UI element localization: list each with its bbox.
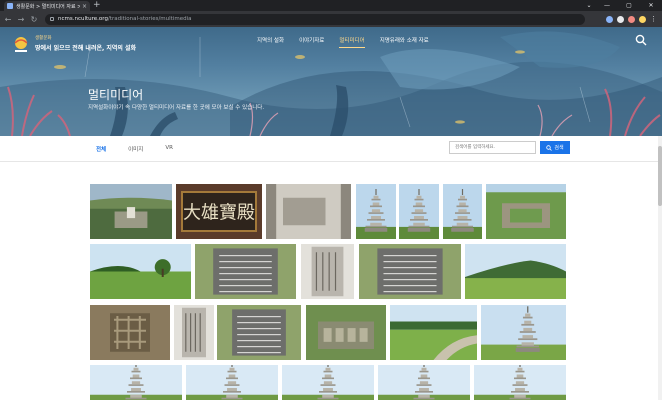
gallery-image (390, 305, 477, 360)
page-scrollbar[interactable] (658, 136, 662, 400)
gallery-item-info-board-2[interactable] (359, 244, 461, 299)
url-text: ncms.nculture.org/traditional-stories/mu… (58, 16, 192, 22)
site-favicon-icon (7, 3, 13, 9)
search-button-label: 검색 (554, 145, 564, 151)
gallery-item-grass-path[interactable] (390, 305, 477, 360)
page-title: 멀티미디어 (88, 88, 144, 102)
gallery-item-grass-field-tree[interactable] (90, 244, 191, 299)
gallery-image (186, 365, 278, 400)
nav-item-multimedia[interactable]: 멀티미디어 (339, 36, 366, 48)
gallery-image (465, 244, 566, 299)
search-icon[interactable] (635, 34, 647, 46)
gallery-item-mountain-field[interactable] (465, 244, 566, 299)
gallery-item-aerial-temple-site[interactable] (90, 184, 172, 239)
gallery-item-stone-pagoda-1[interactable] (356, 184, 396, 239)
gallery-item-stele-inscription[interactable] (301, 244, 354, 299)
gallery-image: 大雄寶殿 (176, 184, 262, 239)
gallery-item-pagoda-row-2[interactable] (186, 365, 278, 400)
gallery-item-info-board-1[interactable] (195, 244, 296, 299)
nav-item-place-names[interactable]: 지명유래와 소재 자료 (380, 36, 429, 48)
gallery-image (90, 305, 170, 360)
gallery-image (399, 184, 439, 239)
tab-all[interactable]: 전체 (96, 145, 106, 153)
gallery-image (306, 305, 386, 360)
tab-search-icon[interactable]: ⌄ (582, 0, 596, 11)
browser-tab[interactable]: 생활문화 > 멀티미디어 자료 > 지... × (4, 1, 90, 11)
scrollbar-thumb[interactable] (658, 146, 662, 206)
logo-emblem-icon (11, 35, 31, 55)
extension-icon[interactable] (606, 15, 613, 23)
signboard-text: 大雄寶殿 (183, 203, 255, 224)
extension-icon[interactable] (628, 15, 635, 23)
gallery-item-stone-pedestal[interactable] (266, 184, 351, 239)
page-description: 지역설화이야기 속 다양한 멀티미디어 자료를 한 곳에 모아 보실 수 있습니… (88, 105, 265, 111)
gallery-item-pagoda-row-3[interactable] (282, 365, 374, 400)
gallery-image (174, 305, 214, 360)
media-filter-tabs: 전체 이미지 VR (96, 145, 195, 153)
tab-title: 생활문화 > 멀티미디어 자료 > 지... (16, 3, 80, 10)
gallery-item-pagoda-row-4[interactable] (378, 365, 470, 400)
gallery-image (90, 244, 191, 299)
gallery-image (486, 184, 566, 239)
gallery-image (195, 244, 296, 299)
address-bar[interactable]: ncms.nculture.org/traditional-stories/mu… (45, 13, 585, 25)
gallery-image (359, 244, 461, 299)
divider (0, 161, 662, 162)
new-tab-button[interactable]: + (93, 0, 101, 11)
gallery-image (90, 365, 182, 400)
gallery-image (301, 244, 354, 299)
browser-tab-strip: 생활문화 > 멀티미디어 자료 > 지... × + ⌄ — ▢ ✕ (0, 0, 662, 11)
close-window-icon[interactable]: ✕ (640, 0, 662, 11)
search-input[interactable] (449, 141, 536, 154)
reload-icon[interactable]: ↻ (29, 15, 39, 24)
close-tab-icon[interactable]: × (82, 3, 87, 10)
gallery-image (474, 365, 566, 400)
gallery-image (217, 305, 301, 360)
forward-icon[interactable]: → (16, 15, 26, 24)
search-button[interactable]: 검색 (540, 141, 570, 154)
extension-icon[interactable] (617, 15, 624, 23)
profile-avatar[interactable] (639, 15, 646, 23)
nav-item-stories[interactable]: 지역의 설화 (257, 36, 284, 48)
hero-banner: 생활문화 땅에서 읽으므 전해 내려온, 지역의 설화 지역의 설화 이야기자료… (0, 27, 662, 136)
browser-menu-icon[interactable]: ⋮ (650, 15, 657, 23)
gallery-item-stone-stele-2[interactable] (174, 305, 214, 360)
gallery-item-aerial-site-2[interactable] (306, 305, 386, 360)
gallery-image (356, 184, 396, 239)
logo-title: 땅에서 읽으므 전해 내려온, 지역의 설화 (35, 45, 137, 52)
gallery-item-pagoda-field[interactable] (481, 305, 566, 360)
tab-images[interactable]: 이미지 (128, 145, 143, 153)
gallery-image (378, 365, 470, 400)
address-toolbar: ← → ↻ ncms.nculture.org/traditional-stor… (0, 11, 662, 27)
main-navigation: 지역의 설화 이야기자료 멀티미디어 지명유래와 소재 자료 (257, 36, 444, 48)
maximize-icon[interactable]: ▢ (618, 0, 640, 11)
back-icon[interactable]: ← (3, 15, 13, 24)
gallery-item-stone-pagoda-2[interactable] (399, 184, 439, 239)
minimize-icon[interactable]: — (596, 0, 618, 11)
gallery-item-info-board-3[interactable] (217, 305, 301, 360)
gallery-image (481, 305, 566, 360)
gallery-image (266, 184, 351, 239)
search-icon (546, 144, 553, 151)
gallery-item-pagoda-row-5[interactable] (474, 365, 566, 400)
gallery-image (282, 365, 374, 400)
lock-icon[interactable] (50, 17, 54, 21)
tab-vr[interactable]: VR (165, 145, 173, 153)
nav-item-story-materials[interactable]: 이야기자료 (299, 36, 324, 48)
logo-subtitle: 생활문화 (35, 36, 52, 41)
gallery-item-pagoda-row-1[interactable] (90, 365, 182, 400)
window-controls: ⌄ — ▢ ✕ (582, 0, 662, 11)
gallery-item-stone-lattice[interactable] (90, 305, 170, 360)
gallery-item-stone-pagoda-3[interactable] (443, 184, 482, 239)
gallery-image (443, 184, 482, 239)
gallery-image (90, 184, 172, 239)
gallery-item-temple-foundation[interactable] (486, 184, 566, 239)
site-logo[interactable]: 생활문화 땅에서 읽으므 전해 내려온, 지역의 설화 (11, 35, 136, 55)
gallery-item-signboard-daeung[interactable]: 大雄寶殿 (176, 184, 262, 239)
